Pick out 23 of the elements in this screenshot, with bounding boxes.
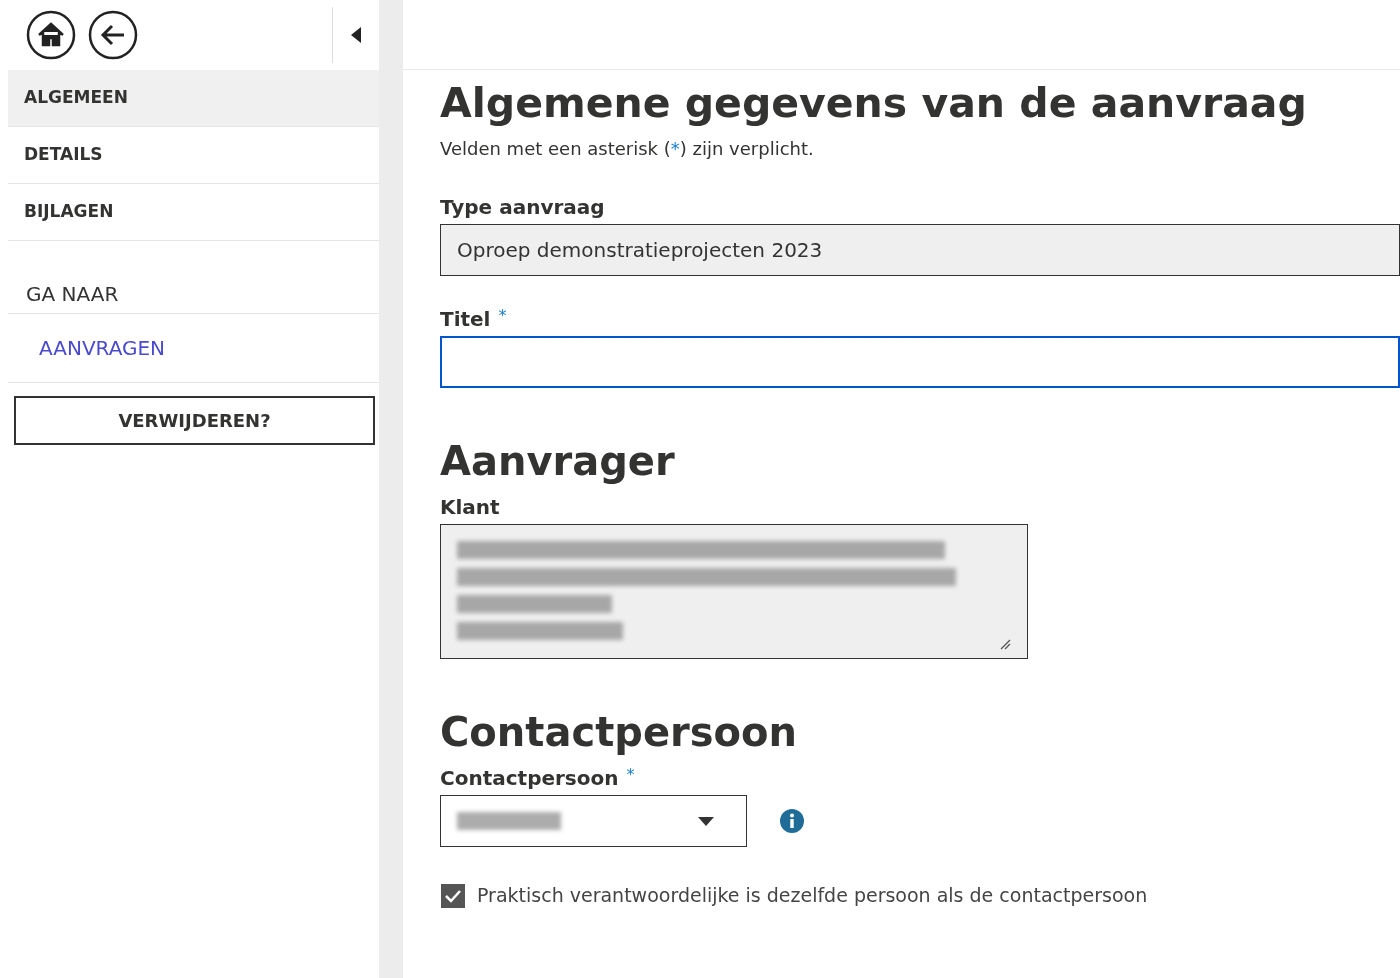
- checkbox-label: Praktisch verantwoordelijke is dezelfde persoon als de contactpersoon: [477, 883, 1148, 909]
- section-heading: Contactpersoon: [440, 708, 798, 758]
- collapse-caret-icon[interactable]: [350, 27, 361, 43]
- checkbox[interactable]: [441, 883, 465, 908]
- text-field[interactable]: [440, 336, 1400, 389]
- required-mark: *: [626, 764, 635, 787]
- required-mark: *: [498, 305, 507, 328]
- field-label: Contactpersoon: [440, 765, 619, 793]
- field-label: Titel: [440, 306, 491, 334]
- caret-down-icon: [698, 816, 714, 826]
- page-title: Algemene gegevens van de aanvraag: [440, 78, 1308, 129]
- home-icon[interactable]: [26, 10, 76, 60]
- check-icon: [445, 888, 461, 903]
- info-icon[interactable]: [779, 808, 805, 835]
- field-label: Klant: [440, 494, 500, 522]
- delete-button[interactable]: VERWIJDEREN?: [14, 396, 375, 445]
- nav-item[interactable]: ALGEMEEN: [8, 70, 379, 127]
- required-note: Velden met een asterisk (*) zijn verplicht.: [440, 137, 815, 162]
- field-label: Type aanvraag: [440, 194, 605, 222]
- nav-link[interactable]: AANVRAGEN: [39, 333, 166, 363]
- section-heading: Aanvrager: [440, 437, 676, 487]
- section-heading: GA NAAR: [26, 281, 119, 308]
- select-field[interactable]: [440, 795, 747, 848]
